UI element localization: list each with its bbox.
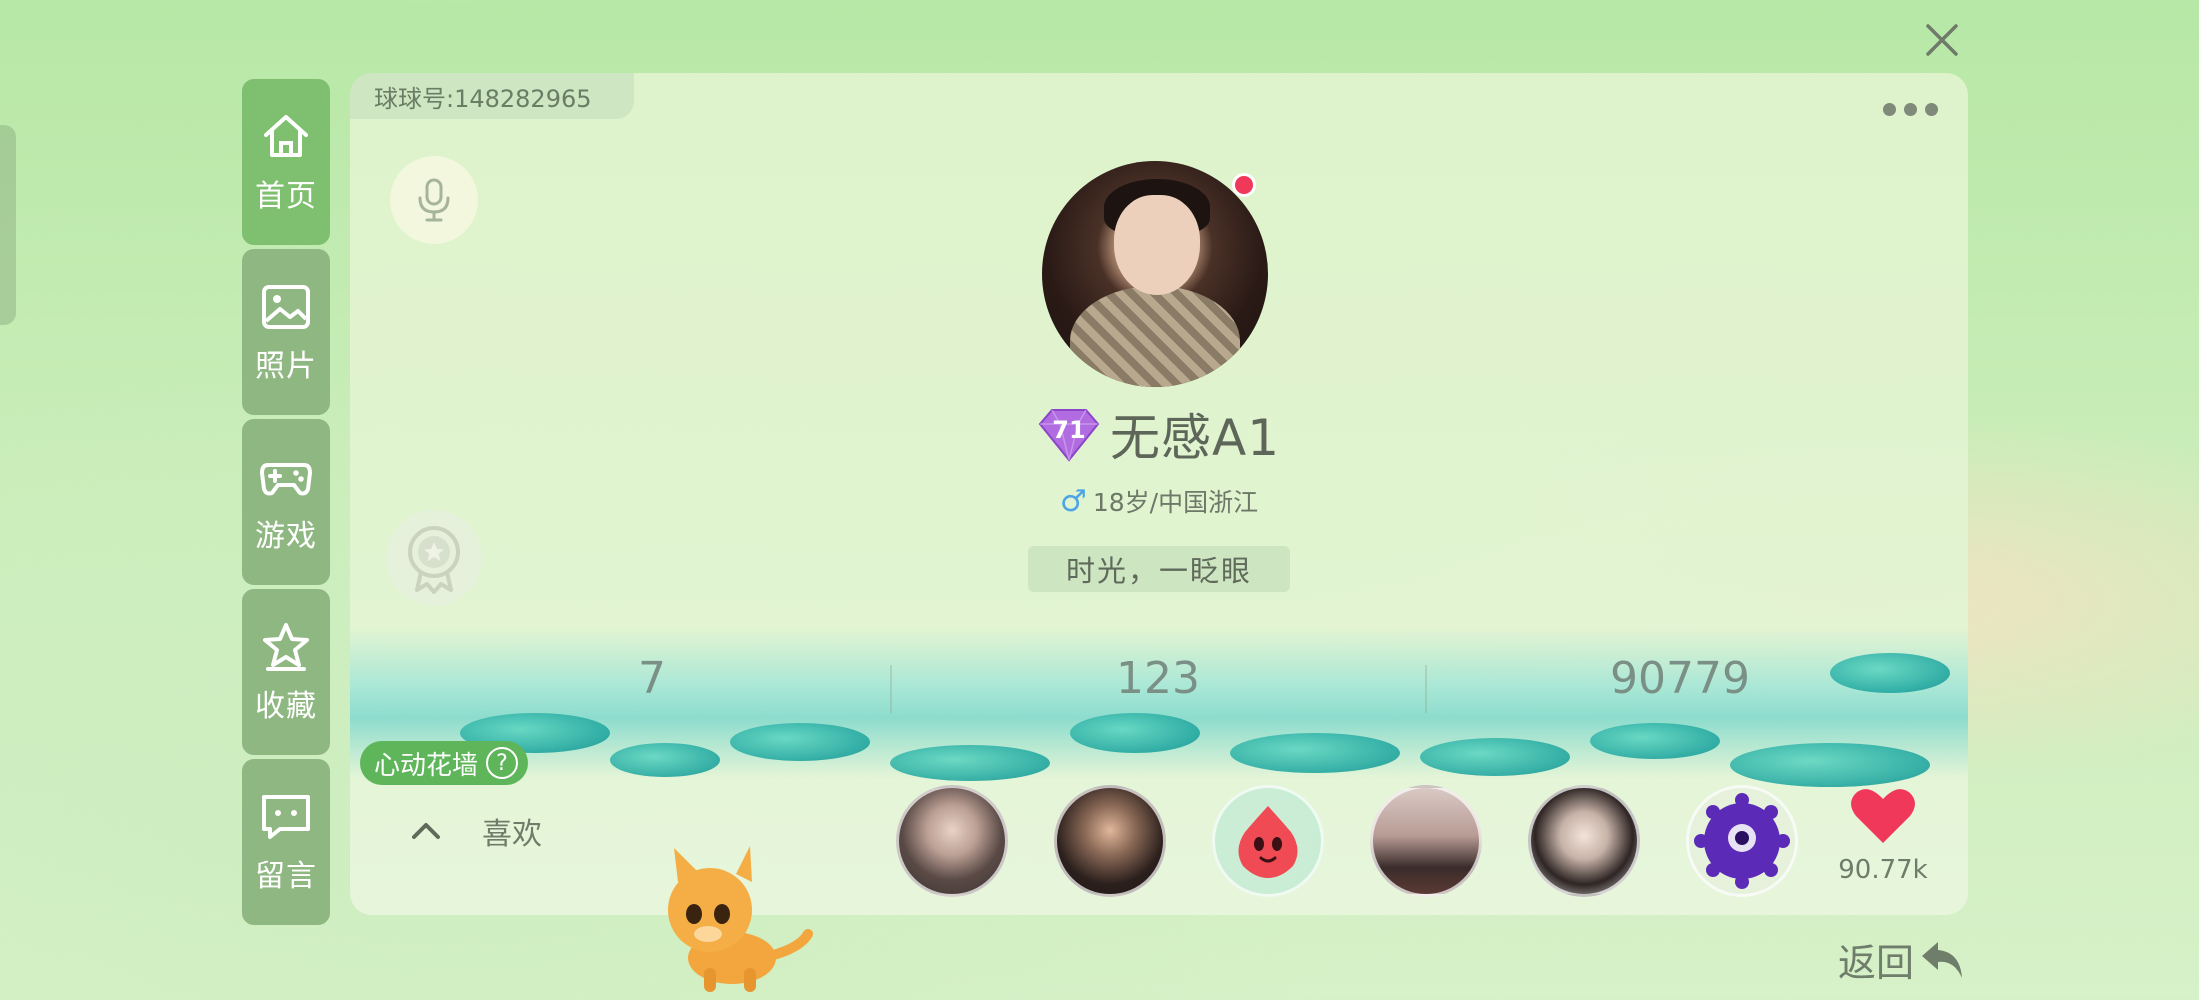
home-icon xyxy=(264,115,308,157)
nav-item-games[interactable]: 游戏 xyxy=(242,419,330,585)
avatar-face xyxy=(1114,195,1200,295)
medal-button[interactable] xyxy=(386,510,482,606)
back-label: 返回 xyxy=(1838,941,1915,985)
more-dot-icon xyxy=(1883,103,1896,116)
nav-item-home[interactable]: 首页 xyxy=(242,79,330,245)
heart-wall-button[interactable]: 心动花墙 ? xyxy=(360,741,529,785)
like-button[interactable]: 90.77k xyxy=(1828,785,1938,885)
liker-avatar[interactable] xyxy=(1686,785,1798,897)
heart-wall-label: 心动花墙 xyxy=(374,750,479,781)
pet-cat-mascot[interactable] xyxy=(640,838,820,998)
stat-divider xyxy=(1425,665,1427,713)
lily-pad-decoration xyxy=(890,745,1050,781)
back-button[interactable]: 返回 xyxy=(1838,932,1966,987)
name-row: 71 无感A1 xyxy=(350,398,1968,470)
close-button[interactable] xyxy=(1916,14,1968,66)
stats-row: 7 123 90779 xyxy=(350,653,1968,723)
collection-icon xyxy=(263,623,309,671)
liker-avatar[interactable] xyxy=(1212,785,1324,897)
level-number: 71 xyxy=(1052,416,1086,444)
lily-pad-decoration xyxy=(610,743,720,777)
likes-toggle[interactable]: 喜欢 xyxy=(410,809,542,853)
liker-avatar[interactable] xyxy=(896,785,1008,897)
level-badge[interactable]: 71 xyxy=(1038,406,1100,462)
qq-id-label: 球球号:148282965 xyxy=(350,73,634,119)
liker-avatar[interactable] xyxy=(1054,785,1166,897)
stat-divider xyxy=(890,665,892,713)
voice-intro-button[interactable] xyxy=(390,156,478,244)
online-indicator xyxy=(1232,173,1256,197)
nav-item-label: 首页 xyxy=(255,179,317,214)
liker-avatar[interactable] xyxy=(1370,785,1482,897)
lily-pad-decoration xyxy=(1230,733,1400,773)
heart-icon xyxy=(1851,789,1915,843)
nav-item-label: 游戏 xyxy=(255,519,317,554)
red-blob-icon xyxy=(1238,806,1298,878)
age-location: ♂ 18岁/中国浙江 xyxy=(1060,483,1258,519)
avatar[interactable] xyxy=(1042,161,1268,387)
nav-item-photos[interactable]: 照片 xyxy=(242,249,330,415)
side-drawer-handle[interactable] xyxy=(0,125,16,325)
stat-value[interactable]: 7 xyxy=(638,653,666,704)
chevron-up-icon xyxy=(412,823,440,839)
lily-pad-decoration xyxy=(1730,743,1930,787)
nav-item-label: 留言 xyxy=(255,859,317,894)
liker-avatar[interactable] xyxy=(1528,785,1640,897)
more-options-button[interactable] xyxy=(1883,103,1938,116)
lily-pad-decoration xyxy=(730,723,870,761)
more-dot-icon xyxy=(1904,103,1917,116)
gamepad-icon xyxy=(260,463,312,496)
age-location-text: 18岁/中国浙江 xyxy=(1092,488,1259,517)
like-count-text: 90.77k xyxy=(1838,855,1928,885)
more-dot-icon xyxy=(1925,103,1938,116)
avatar-scarf xyxy=(1070,286,1240,387)
stat-value[interactable]: 90779 xyxy=(1610,653,1750,704)
side-nav: 首页 照片 游戏 收藏 留言 xyxy=(242,79,330,929)
close-icon xyxy=(1926,24,1958,56)
help-icon: ? xyxy=(486,747,519,779)
medal-icon xyxy=(408,526,460,594)
back-arrow-icon xyxy=(1922,941,1963,978)
lily-pad-decoration xyxy=(1420,738,1570,776)
nav-item-messages[interactable]: 留言 xyxy=(242,759,330,925)
username: 无感A1 xyxy=(1109,409,1280,467)
lily-pad-decoration xyxy=(1590,723,1720,759)
stat-value[interactable]: 123 xyxy=(1116,653,1200,704)
male-gender-icon: ♂ xyxy=(1059,483,1087,519)
microphone-icon xyxy=(418,178,450,222)
meta-row: ♂ 18岁/中国浙江 xyxy=(350,483,1968,519)
signature: 时光，一眨眼 xyxy=(1028,546,1290,592)
likes-label: 喜欢 xyxy=(482,817,542,852)
photo-icon xyxy=(262,285,310,329)
profile-avatar-wrap xyxy=(1042,161,1268,387)
nav-item-label: 收藏 xyxy=(255,689,317,724)
likers-list xyxy=(896,785,1798,897)
purple-monster-icon xyxy=(1694,793,1790,889)
message-icon xyxy=(262,795,310,839)
nav-item-collection[interactable]: 收藏 xyxy=(242,589,330,755)
profile-card: 球球号:148282965 71 无感A1 ♂ 18岁/中国浙江 时光，一眨眼 … xyxy=(350,73,1968,915)
orange-cat-icon xyxy=(668,846,813,992)
nav-item-label: 照片 xyxy=(255,349,317,384)
